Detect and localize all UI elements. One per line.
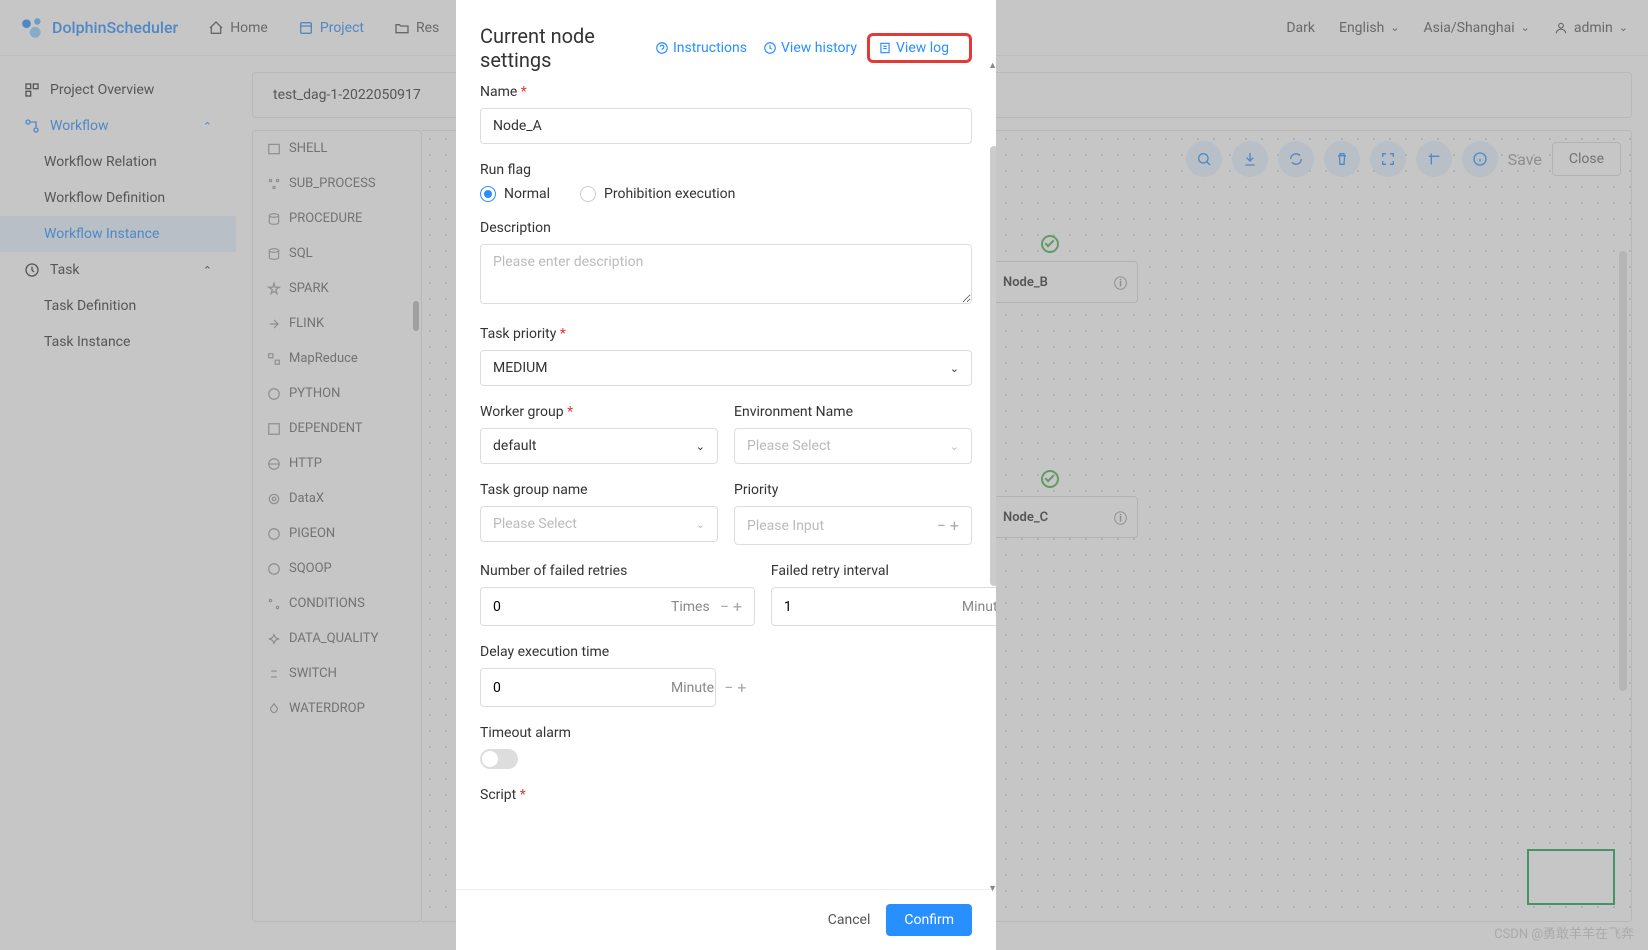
priority-select[interactable]: MEDIUM⌄ — [480, 350, 972, 386]
minus-icon[interactable]: − — [724, 678, 733, 697]
taskgroup-label: Task group name — [480, 482, 718, 498]
view-history-link[interactable]: View history — [763, 40, 857, 56]
worker-select[interactable]: default⌄ — [480, 428, 718, 464]
delay-label: Delay execution time — [480, 644, 716, 660]
runflag-label: Run flag — [480, 162, 972, 178]
chevron-down-icon: ⌄ — [950, 362, 959, 375]
runflag-prohibit-radio[interactable]: Prohibition execution — [580, 186, 735, 202]
retries-input[interactable]: Times−+ — [480, 587, 755, 626]
scroll-up-icon[interactable]: ▲ — [988, 60, 997, 71]
worker-label: Worker group * — [480, 404, 718, 420]
confirm-button[interactable]: Confirm — [886, 904, 972, 936]
node-settings-drawer: Current node settings Instructions View … — [456, 0, 996, 950]
runflag-normal-radio[interactable]: Normal — [480, 186, 550, 202]
retries-label: Number of failed retries — [480, 563, 755, 579]
minus-icon[interactable]: − — [720, 597, 729, 616]
chevron-down-icon: ⌄ — [696, 518, 705, 531]
interval-label: Failed retry interval — [771, 563, 996, 579]
env-select[interactable]: Please Select⌄ — [734, 428, 972, 464]
name-label: Name * — [480, 84, 972, 100]
taskgroup-select[interactable]: Please Select⌄ — [480, 506, 718, 542]
interval-input[interactable]: Minute−+ — [771, 587, 996, 626]
timeout-label: Timeout alarm — [480, 725, 972, 741]
plus-icon[interactable]: + — [733, 597, 742, 616]
tg-priority-label: Priority — [734, 482, 972, 498]
name-input[interactable] — [480, 108, 972, 144]
env-label: Environment Name — [734, 404, 972, 420]
chevron-down-icon: ⌄ — [950, 440, 959, 453]
script-label: Script * — [480, 787, 972, 803]
chevron-down-icon: ⌄ — [696, 440, 705, 453]
priority-label: Task priority * — [480, 326, 972, 342]
delay-input[interactable]: Minute−+ — [480, 668, 716, 707]
desc-input[interactable] — [480, 244, 972, 304]
plus-icon[interactable]: + — [737, 678, 746, 697]
timeout-toggle[interactable] — [480, 749, 518, 769]
minus-icon[interactable]: − — [937, 516, 946, 535]
desc-label: Description — [480, 220, 972, 236]
drawer-title: Current node settings — [480, 24, 639, 72]
cancel-button[interactable]: Cancel — [828, 912, 871, 928]
watermark: CSDN @勇敢羊羊在飞奔 — [1494, 923, 1634, 942]
instructions-link[interactable]: Instructions — [655, 40, 747, 56]
view-log-link[interactable]: View log — [878, 40, 949, 56]
plus-icon[interactable]: + — [950, 516, 959, 535]
scrollbar[interactable] — [990, 146, 996, 586]
tg-priority-input[interactable]: Please Input−+ — [734, 506, 972, 545]
scroll-down-icon[interactable]: ▼ — [988, 883, 997, 894]
